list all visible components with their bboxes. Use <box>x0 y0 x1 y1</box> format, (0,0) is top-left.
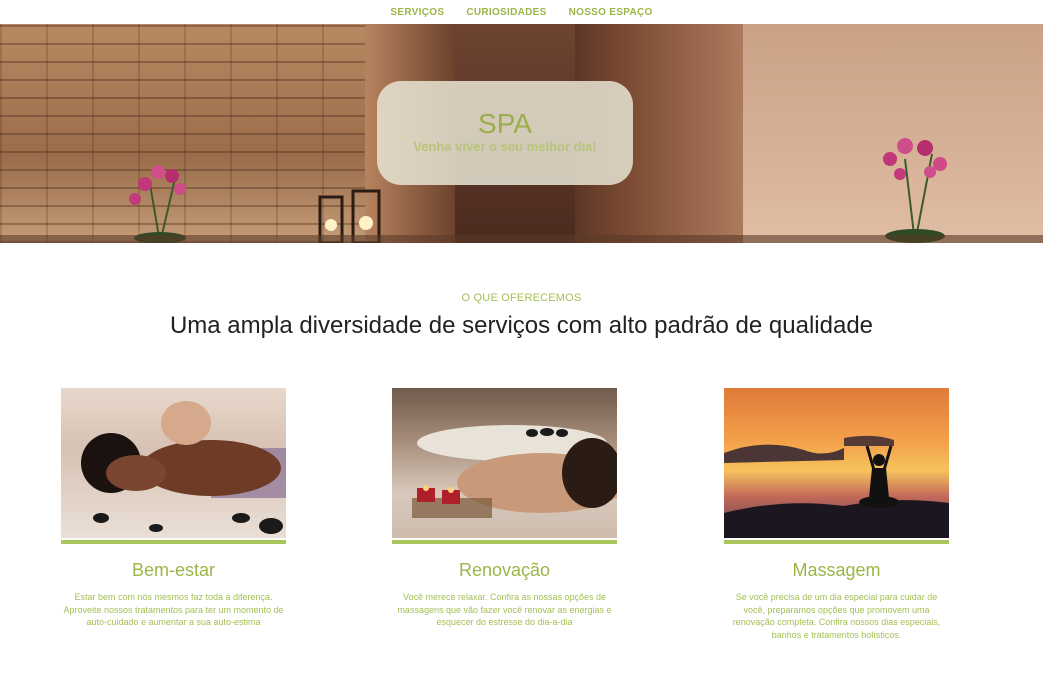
service-cards: Bem-estar Estar bem com nós mesmos faz t… <box>0 388 1043 688</box>
hero-title: SPA <box>478 108 532 139</box>
photo-accent-bar <box>392 540 617 544</box>
massage-stones-photo <box>61 388 286 538</box>
yoga-sunset-photo <box>724 388 949 538</box>
card-text: Você merece relaxar. Confira as nossas o… <box>397 592 612 627</box>
card-title: Renovação <box>458 560 551 580</box>
hero-card: SPA Venha viver o seu melhor dia! <box>377 81 633 185</box>
card-title: Massagem <box>792 560 881 580</box>
card-text: Estar bem com nós mesmos faz toda a dife… <box>63 592 284 627</box>
nav-item-curiosidades[interactable]: CURIOSIDADES <box>466 7 546 18</box>
service-card-renovacao: Renovação Você merece relaxar. Confira a… <box>392 388 617 629</box>
section-headline: Uma ampla diversidade de serviços com al… <box>169 312 874 339</box>
hot-stone-photo <box>392 388 617 538</box>
photo-accent-bar <box>724 540 949 544</box>
hero-subtitle: Venha viver o seu melhor dia! <box>413 139 597 154</box>
main-nav: SERVIÇOS CURIOSIDADES NOSSO ESPAÇO <box>0 0 1043 24</box>
photo-accent-bar <box>61 540 286 544</box>
orchid-left-image <box>129 165 186 243</box>
floor-edge <box>0 235 1043 243</box>
service-card-massagem: Massagem Se você precisa de um dia espec… <box>724 388 949 641</box>
nav-item-servicos[interactable]: SERVIÇOS <box>390 7 444 18</box>
orchid-right-image <box>883 138 947 243</box>
section-overline: O QUE OFERECEMOS <box>461 292 582 304</box>
card-title: Bem-estar <box>131 560 216 580</box>
services-section: O QUE OFERECEMOS Uma ampla diversidade d… <box>0 292 1043 688</box>
hero-banner: SPA Venha viver o seu melhor dia! <box>0 24 1043 243</box>
card-text: Se você precisa de um dia especial para … <box>732 592 941 640</box>
service-card-bem-estar: Bem-estar Estar bem com nós mesmos faz t… <box>61 388 286 629</box>
nav-item-nosso-espaco[interactable]: NOSSO ESPAÇO <box>569 7 653 18</box>
